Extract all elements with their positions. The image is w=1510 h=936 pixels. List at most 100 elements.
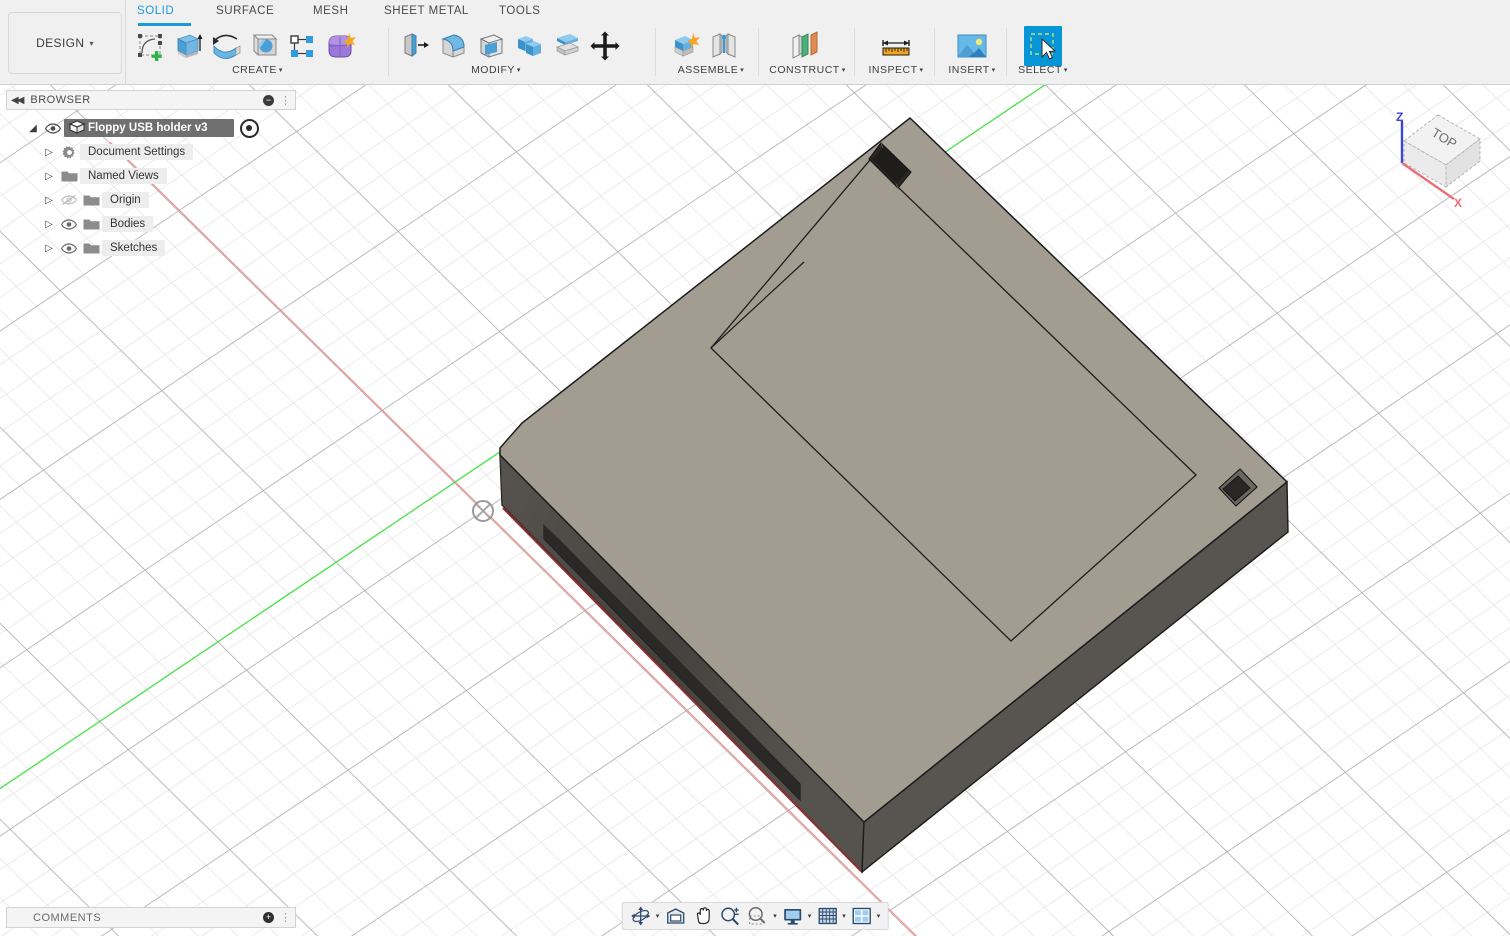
tree-row-sketches[interactable]: ▷ Sketches [6,236,296,260]
viewports-button[interactable] [849,905,875,927]
eye-visible-icon[interactable] [58,242,80,254]
expand-arrow-open-icon[interactable]: ◢ [24,123,42,134]
expand-arrow-icon[interactable]: ▷ [40,243,58,254]
view-cube[interactable]: TOP Z X [1380,95,1500,210]
zoom-button[interactable] [716,905,742,927]
workspace-switcher[interactable]: DESIGN ▾ [8,12,122,74]
panel-label-select[interactable]: SELECT ▾ [1012,64,1074,76]
create-sketch-button[interactable] [131,26,169,66]
tab-sheet-metal[interactable]: SHEET METAL [384,5,469,17]
joint-icon [712,32,736,58]
panel-label-create[interactable]: CREATE ▾ [131,64,384,76]
expand-arrow-icon[interactable]: ▷ [40,147,58,158]
minimize-icon[interactable]: − [263,94,274,106]
panel-label-assemble[interactable]: ASSEMBLE ▾ [665,64,757,76]
comments-panel[interactable]: COMMENTS + ⋮ [6,907,296,928]
tree-row-origin[interactable]: ▷ Origin [6,188,296,212]
grip-icon[interactable]: ⋮ [280,911,291,924]
add-comment-icon[interactable]: + [263,912,274,923]
solid-body-floppy-usb-holder[interactable] [499,117,1289,874]
eye-visible-icon[interactable] [42,122,64,134]
browser-panel: ◀◀ BROWSER − ⋮ ◢ Floppy USB holder v3 ▷ … [6,90,296,260]
orbit-button[interactable] [628,905,654,927]
new-component-button[interactable] [667,26,705,66]
pan-button[interactable] [689,905,715,927]
tree-row-root[interactable]: ◢ Floppy USB holder v3 [6,116,296,140]
chevron-down-icon: ▾ [278,67,283,74]
main-toolbar: DESIGN ▾ SOLID SURFACE MESH SHEET METAL … [0,0,1510,85]
expand-arrow-icon[interactable]: ▷ [40,195,58,206]
sweep-icon [252,34,278,56]
offset-face-icon [556,34,579,56]
look-at-button[interactable] [662,905,688,927]
gear-icon [58,145,80,160]
expand-arrow-icon[interactable]: ▷ [40,219,58,230]
chevron-down-icon: ▾ [89,38,94,48]
tree-label-sketches[interactable]: Sketches [102,240,166,256]
viewports-icon [852,907,871,925]
tab-solid[interactable]: SOLID [137,5,174,17]
tree-row-named-views[interactable]: ▷ Named Views [6,164,296,188]
create-form-button[interactable] [321,26,359,66]
panel-divider [1006,28,1007,76]
panel-label-modify[interactable]: MODIFY ▾ [396,64,596,76]
component-name-label[interactable]: Floppy USB holder v3 [64,119,234,137]
grip-icon[interactable]: ⋮ [280,94,291,107]
chevron-down-icon[interactable]: ▾ [656,912,660,920]
chevron-down-icon[interactable]: ▾ [877,912,881,920]
measure-button[interactable] [877,26,915,66]
sweep-button[interactable] [245,26,283,66]
fillet-button[interactable] [434,26,472,66]
panel-label-insert[interactable]: INSERT ▾ [941,64,1003,76]
browser-header[interactable]: ◀◀ BROWSER − ⋮ [6,90,296,110]
joint-button[interactable] [705,26,743,66]
offset-plane-button[interactable] [786,26,824,66]
tree-label-bodies[interactable]: Bodies [102,216,154,232]
collapse-left-icon[interactable]: ◀◀ [11,95,24,106]
panel-modify-text: MODIFY [471,64,515,76]
pattern-button[interactable] [283,26,321,66]
tree-label-named-views[interactable]: Named Views [80,168,167,184]
browser-tree: ◢ Floppy USB holder v3 ▷ Document Settin… [6,116,296,260]
chevron-down-icon: ▾ [516,67,521,74]
origin-point-marker[interactable] [472,500,494,522]
chevron-down-icon[interactable]: ▾ [773,912,777,920]
comments-title: COMMENTS [33,911,102,924]
grid-snaps-icon [818,907,837,925]
offset-face-button[interactable] [548,26,586,66]
chevron-down-icon: ▾ [841,67,846,74]
chevron-down-icon[interactable]: ▾ [842,912,846,920]
panel-insert-text: INSERT [948,64,990,76]
combine-button[interactable] [510,26,548,66]
select-window-button[interactable] [1024,26,1062,66]
eye-visible-icon[interactable] [58,218,80,230]
panel-label-inspect[interactable]: INSPECT ▾ [861,64,931,76]
tab-mesh[interactable]: MESH [313,5,348,17]
insert-canvas-button[interactable] [953,26,991,66]
grid-snaps-button[interactable] [814,905,840,927]
press-pull-button[interactable] [396,26,434,66]
zoom-window-button[interactable] [743,905,771,927]
activate-radio-icon[interactable] [239,118,259,138]
display-settings-button[interactable] [780,905,806,927]
shell-icon [479,34,504,58]
look-at-icon [666,908,684,924]
expand-arrow-icon[interactable]: ▷ [40,171,58,182]
panel-construct: CONSTRUCT ▾ [765,24,850,85]
insert-canvas-icon [957,34,987,58]
tab-surface[interactable]: SURFACE [216,5,274,17]
tree-row-document-settings[interactable]: ▷ Document Settings [6,140,296,164]
revolve-button[interactable] [207,26,245,66]
shell-button[interactable] [472,26,510,66]
tab-tools[interactable]: TOOLS [499,5,541,17]
tree-label-origin[interactable]: Origin [102,192,149,208]
display-settings-icon [784,909,802,925]
panel-label-construct[interactable]: CONSTRUCT ▾ [765,64,850,76]
select-window-icon [1026,29,1060,63]
extrude-button[interactable] [169,26,207,66]
eye-hidden-icon[interactable] [58,194,80,206]
tree-label-document-settings[interactable]: Document Settings [80,144,194,160]
chevron-down-icon[interactable]: ▾ [808,912,812,920]
tree-row-bodies[interactable]: ▷ Bodies [6,212,296,236]
move-copy-button[interactable] [586,26,624,66]
